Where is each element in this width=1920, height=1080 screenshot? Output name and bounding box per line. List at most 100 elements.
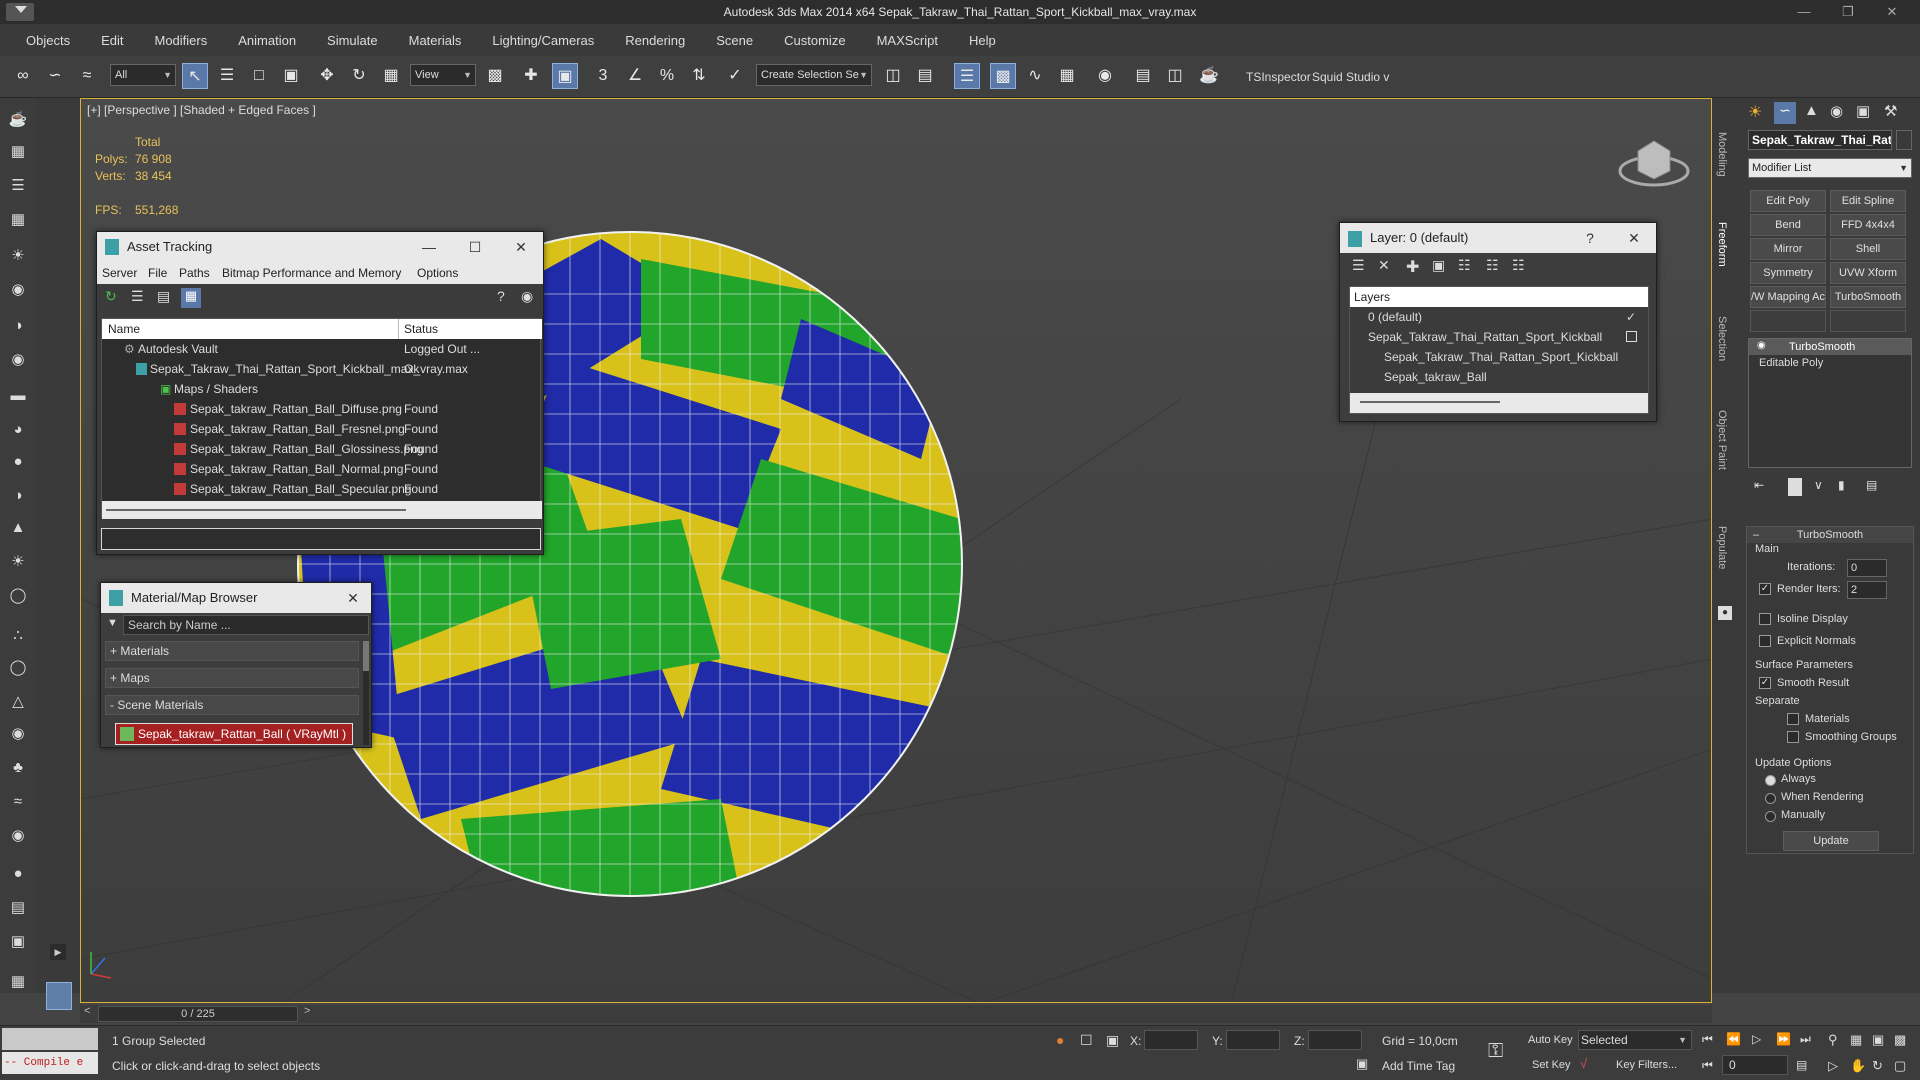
menu-customize[interactable]: Customize bbox=[784, 33, 845, 48]
menu-scene[interactable]: Scene bbox=[716, 33, 753, 48]
reference-coordinate-dropdown[interactable]: View ▼ bbox=[410, 64, 476, 86]
configure-modifiers-icon[interactable]: ▤ bbox=[1866, 478, 1877, 492]
zoom-all-icon[interactable]: ▦ bbox=[1850, 1032, 1862, 1048]
tab-object-paint[interactable]: Object Paint bbox=[1716, 410, 1728, 470]
menu-animation[interactable]: Animation bbox=[238, 33, 296, 48]
maxscript-listener-top[interactable] bbox=[2, 1028, 98, 1050]
tv-icon[interactable]: ▣ bbox=[6, 930, 30, 954]
shell-button[interactable]: Shell bbox=[1830, 238, 1906, 260]
menu-lighting-cameras[interactable]: Lighting/Cameras bbox=[492, 33, 594, 48]
table-row[interactable]: Sepak_takraw_Rattan_Ball_Diffuse.png Fou… bbox=[102, 399, 542, 419]
sphere-icon[interactable]: ● bbox=[6, 450, 30, 474]
squid-studio-label[interactable]: Squid Studio v bbox=[1312, 70, 1389, 84]
menu-modifiers[interactable]: Modifiers bbox=[154, 33, 207, 48]
modifier-list-dropdown[interactable]: Modifier List ▼ bbox=[1748, 158, 1912, 178]
table-view-icon[interactable]: ▦ bbox=[181, 288, 201, 308]
select-scale-icon[interactable]: ▦ bbox=[378, 63, 404, 89]
table-row[interactable]: Sepak_takraw_Rattan_Ball_Normal.png Foun… bbox=[102, 459, 542, 479]
play-icon[interactable]: ▷ bbox=[1752, 1032, 1761, 1046]
vault-icon[interactable]: ◉ bbox=[521, 288, 533, 305]
maps-group[interactable]: + Maps bbox=[105, 668, 359, 688]
globe-icon[interactable]: ◉ bbox=[6, 722, 30, 746]
render-sphere-icon[interactable]: ● bbox=[6, 862, 30, 886]
explicit-normals-checkbox[interactable] bbox=[1759, 635, 1771, 647]
menu-options[interactable]: Options bbox=[417, 262, 458, 284]
object-color-swatch[interactable] bbox=[1896, 130, 1912, 150]
set-current-layer-box[interactable] bbox=[1626, 331, 1637, 342]
key-mode-dropdown[interactable]: Selected ▼ bbox=[1578, 1030, 1692, 1050]
bones-icon[interactable]: ◯ bbox=[6, 656, 30, 680]
sun-icon[interactable]: ☀ bbox=[6, 550, 30, 574]
prev-frame-arrow-icon[interactable]: < bbox=[84, 1005, 90, 1017]
graphite-ribbon-icon[interactable]: ▩ bbox=[990, 63, 1016, 89]
utilities-icon[interactable]: ▦ bbox=[6, 970, 30, 994]
table-row[interactable]: Sepak_Takraw_Thai_Rattan_Sport_Kickball_… bbox=[102, 359, 542, 379]
cone-icon[interactable]: ▲ bbox=[6, 516, 30, 540]
table-row[interactable]: Sepak_takraw_Rattan_Ball_Specular.png Fo… bbox=[102, 479, 542, 499]
edit-named-selection-icon[interactable]: ✓ bbox=[722, 63, 748, 89]
hide-all-icon[interactable]: ☷ bbox=[1486, 257, 1499, 274]
col-status[interactable]: Status bbox=[404, 322, 438, 336]
snaps-toggle-icon[interactable]: 3 bbox=[590, 63, 616, 89]
current-frame-input[interactable]: 0 bbox=[1722, 1055, 1788, 1075]
camera-icon[interactable]: ◉ bbox=[6, 278, 30, 302]
table-row[interactable]: Sepak_takraw_Rattan_Ball_Glossiness.png … bbox=[102, 439, 542, 459]
materials-group[interactable]: + Materials bbox=[105, 641, 359, 661]
col-name[interactable]: Name bbox=[108, 322, 140, 336]
when-rendering-radio[interactable] bbox=[1765, 793, 1776, 804]
rollout-header[interactable]: – TurboSmooth bbox=[1747, 527, 1913, 543]
percent-snap-icon[interactable]: % bbox=[654, 63, 680, 89]
smoothing-groups-checkbox[interactable] bbox=[1787, 731, 1799, 743]
selection-filter-dropdown[interactable]: All ▼ bbox=[110, 64, 176, 86]
set-key-button[interactable]: Set Key bbox=[1532, 1059, 1571, 1071]
light-icon[interactable]: ☀ bbox=[6, 244, 30, 268]
restore-icon[interactable]: ❐ bbox=[1826, 0, 1870, 24]
create-layer-icon[interactable]: ☰ bbox=[1352, 257, 1365, 274]
key-curve-icon[interactable]: √ bbox=[1580, 1056, 1587, 1071]
maximize-viewport-icon[interactable]: ▢ bbox=[1894, 1058, 1906, 1074]
spinner-snap-icon[interactable]: ⇅ bbox=[686, 63, 712, 89]
material-editor-icon[interactable]: ◉ bbox=[1092, 63, 1118, 89]
mirror-button[interactable]: Mirror bbox=[1750, 238, 1826, 260]
y-coordinate-input[interactable] bbox=[1226, 1030, 1280, 1050]
smooth-result-checkbox[interactable]: ✓ bbox=[1759, 677, 1771, 689]
layer-window-titlebar[interactable]: Layer: 0 (default) ? ✕ bbox=[1340, 223, 1656, 253]
menu-paths[interactable]: Paths bbox=[179, 262, 210, 284]
add-time-tag-button[interactable]: Add Time Tag bbox=[1382, 1059, 1455, 1073]
key-mode-toggle-icon[interactable]: ⏮ bbox=[1702, 1058, 1713, 1073]
menu-edit[interactable]: Edit bbox=[101, 33, 123, 48]
select-by-name-icon[interactable]: ☰ bbox=[214, 63, 240, 89]
menu-maxscript[interactable]: MAXScript bbox=[877, 33, 938, 48]
update-button[interactable]: Update bbox=[1783, 831, 1879, 851]
expand-arrow-icon[interactable]: ▶ bbox=[50, 944, 66, 960]
next-frame-arrow-icon[interactable]: > bbox=[304, 1005, 310, 1017]
always-radio[interactable] bbox=[1765, 775, 1776, 786]
zoom-icon[interactable]: ⚲ bbox=[1828, 1032, 1838, 1048]
zoom-extents-icon[interactable]: ▣ bbox=[1872, 1032, 1884, 1048]
symmetry-button[interactable]: Symmetry bbox=[1750, 262, 1826, 284]
table-row[interactable]: ⚙ Autodesk Vault Logged Out ... bbox=[102, 339, 542, 359]
time-tag-icon[interactable]: ▣ bbox=[1356, 1056, 1368, 1072]
show-end-result-icon[interactable] bbox=[1788, 478, 1802, 496]
layer-manager-icon[interactable]: ☰ bbox=[954, 63, 980, 89]
empty-button-slot[interactable] bbox=[1750, 310, 1826, 332]
details-icon[interactable]: ▤ bbox=[157, 288, 170, 305]
pan-view-icon[interactable]: ✋ bbox=[1850, 1058, 1866, 1074]
spacewarp-icon[interactable]: ◉ bbox=[6, 348, 30, 372]
helper-icon[interactable]: ◑ bbox=[6, 314, 30, 338]
hierarchy-tab-icon[interactable]: ▲ bbox=[1804, 102, 1819, 119]
rendered-frame-window-icon[interactable]: ◫ bbox=[1162, 63, 1188, 89]
mirror-icon[interactable]: ◫ bbox=[880, 63, 906, 89]
active-layer-check-icon[interactable]: ✓ bbox=[1626, 307, 1636, 327]
options-arrow-icon[interactable]: ▼ bbox=[107, 617, 118, 629]
viewport-layout-icon[interactable] bbox=[46, 982, 72, 1010]
auto-key-button[interactable]: Auto Key bbox=[1528, 1034, 1573, 1046]
select-rotate-icon[interactable]: ↻ bbox=[346, 63, 372, 89]
link-icon[interactable]: ∞ bbox=[10, 63, 36, 89]
delete-layer-icon[interactable]: ✕ bbox=[1378, 257, 1390, 274]
geosphere-icon[interactable]: ◑ bbox=[6, 484, 30, 508]
layer-row[interactable]: 0 (default) ✓ bbox=[1368, 307, 1648, 327]
torus-icon[interactable]: ◯ bbox=[6, 584, 30, 608]
create-tab-icon[interactable]: ☀ bbox=[1748, 102, 1762, 122]
manually-radio[interactable] bbox=[1765, 811, 1776, 822]
